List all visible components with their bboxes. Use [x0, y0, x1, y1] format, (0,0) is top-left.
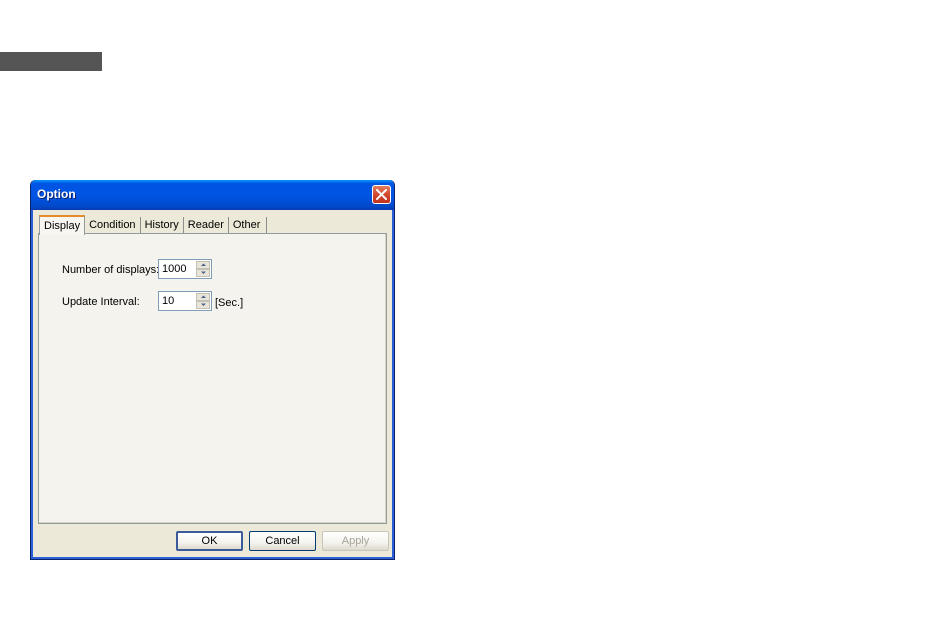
update-interval-up-button[interactable] — [196, 293, 210, 301]
display-tab-panel: Number of displays: 1000 Update Interval… — [38, 233, 387, 524]
update-interval-unit: [Sec.] — [215, 297, 244, 309]
dialog-title: Option — [37, 187, 76, 201]
arrow-down-icon — [201, 303, 206, 306]
update-interval-spin-buttons — [196, 293, 210, 309]
update-interval-down-button[interactable] — [196, 301, 210, 309]
update-interval-label: Update Interval: — [62, 296, 140, 308]
close-button[interactable] — [372, 185, 391, 204]
update-interval-input[interactable]: 10 — [162, 295, 174, 307]
num-displays-spinner[interactable]: 1000 — [158, 259, 212, 279]
update-interval-spinner[interactable]: 10 — [158, 291, 212, 311]
num-displays-down-button[interactable] — [196, 269, 210, 277]
tab-strip: Display Condition History Reader Other — [39, 214, 268, 235]
close-icon — [376, 189, 387, 200]
tab-history[interactable]: History — [141, 217, 184, 234]
tab-other[interactable]: Other — [229, 217, 268, 234]
option-dialog: Option Display Condition History Reader … — [30, 180, 395, 560]
tab-condition[interactable]: Condition — [85, 217, 141, 234]
num-displays-up-button[interactable] — [196, 261, 210, 269]
screen: Option Display Condition History Reader … — [0, 0, 935, 622]
apply-button[interactable]: Apply — [322, 531, 389, 551]
num-displays-label: Number of displays: — [62, 264, 160, 276]
num-displays-spin-buttons — [196, 261, 210, 277]
dark-bar — [0, 52, 102, 71]
ok-button[interactable]: OK — [176, 531, 243, 551]
cancel-button[interactable]: Cancel — [249, 531, 316, 551]
arrow-up-icon — [201, 263, 206, 266]
arrow-down-icon — [201, 271, 206, 274]
tab-reader[interactable]: Reader — [184, 217, 229, 234]
num-displays-input[interactable]: 1000 — [162, 263, 186, 275]
tab-display[interactable]: Display — [39, 215, 86, 235]
title-bar[interactable]: Option — [31, 180, 394, 210]
arrow-up-icon — [201, 295, 206, 298]
